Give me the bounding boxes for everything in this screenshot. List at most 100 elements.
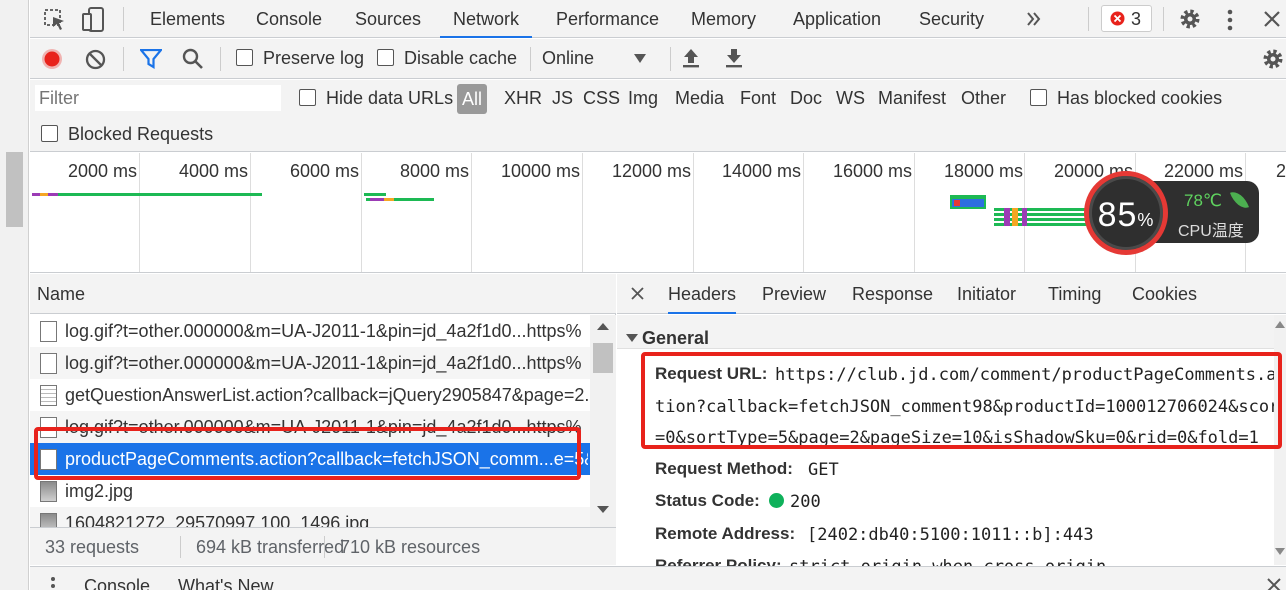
blocked-requests-label[interactable]: Blocked Requests bbox=[68, 124, 213, 145]
error-icon bbox=[1110, 11, 1125, 26]
tab-elements[interactable]: Elements bbox=[150, 0, 225, 38]
scroll-up-arrow-icon[interactable] bbox=[1274, 320, 1286, 329]
filter-type-css[interactable]: CSS bbox=[583, 88, 620, 109]
tab-performance[interactable]: Performance bbox=[556, 0, 659, 38]
clear-icon[interactable] bbox=[85, 49, 106, 70]
filter-type-img[interactable]: Img bbox=[628, 88, 658, 109]
tab-initiator[interactable]: Initiator bbox=[957, 284, 1016, 305]
filter-type-all[interactable]: All bbox=[457, 84, 487, 114]
request-name: log.gif?t=other.000000&m=UA-J2011-1&pin=… bbox=[65, 353, 582, 373]
scroll-down-arrow-icon[interactable] bbox=[1274, 547, 1286, 556]
inspect-element-icon[interactable] bbox=[44, 9, 66, 31]
waterfall-bar bbox=[364, 193, 386, 196]
filter-type-other[interactable]: Other bbox=[961, 88, 1006, 109]
kebab-menu-icon[interactable] bbox=[1226, 9, 1234, 31]
disable-cache-label[interactable]: Disable cache bbox=[404, 48, 517, 69]
tab-preview[interactable]: Preview bbox=[762, 284, 826, 305]
tab-cookies[interactable]: Cookies bbox=[1132, 284, 1197, 305]
drawer-tab-console[interactable]: Console bbox=[84, 576, 150, 590]
image-file-icon bbox=[40, 513, 57, 527]
waterfall-block bbox=[1012, 208, 1018, 226]
filter-type-font[interactable]: Font bbox=[740, 88, 776, 109]
remote-address-value: [2402:db40:5100:1011::b]:443 bbox=[807, 525, 1094, 545]
waterfall-block bbox=[954, 200, 960, 206]
general-section-title: General bbox=[642, 328, 710, 348]
tab-application[interactable]: Application bbox=[793, 0, 881, 38]
filter-type-media[interactable]: Media bbox=[675, 88, 724, 109]
timeline-tick: 6000 ms bbox=[290, 161, 360, 181]
request-row[interactable]: log.gif?t=other.000000&m=UA-J2011-1&pin=… bbox=[30, 347, 590, 379]
tab-headers[interactable]: Headers bbox=[668, 284, 737, 314]
timeline-tick: 4000 ms bbox=[179, 161, 249, 181]
record-icon[interactable] bbox=[41, 48, 63, 70]
cpu-usage-value: 85 bbox=[1097, 196, 1138, 234]
filter-input[interactable] bbox=[35, 85, 281, 111]
more-tabs-icon[interactable] bbox=[1026, 11, 1042, 27]
filter-type-manifest[interactable]: Manifest bbox=[878, 88, 946, 109]
network-settings-gear-icon[interactable] bbox=[1261, 47, 1285, 71]
drawer-tab-whats-new[interactable]: What's New bbox=[178, 576, 273, 590]
hide-data-urls-checkbox[interactable] bbox=[299, 89, 316, 106]
preserve-log-label[interactable]: Preserve log bbox=[263, 48, 364, 69]
tab-timing[interactable]: Timing bbox=[1048, 284, 1101, 305]
tab-security[interactable]: Security bbox=[919, 0, 984, 38]
scroll-up-arrow-icon[interactable] bbox=[597, 323, 609, 330]
image-file-icon bbox=[40, 481, 57, 502]
disable-cache-checkbox[interactable] bbox=[377, 49, 394, 66]
filter-type-doc[interactable]: Doc bbox=[790, 88, 822, 109]
request-row[interactable]: log.gif?t=other.000000&m=UA-J2011-1&pin=… bbox=[30, 315, 590, 347]
file-icon bbox=[40, 353, 57, 374]
request-name: log.gif?t=other.000000&m=UA-J2011-1&pin=… bbox=[65, 321, 582, 341]
has-blocked-cookies-checkbox[interactable] bbox=[1030, 89, 1047, 106]
request-row[interactable]: getQuestionAnswerList.action?callback=jQ… bbox=[30, 379, 590, 411]
filter-type-ws[interactable]: WS bbox=[836, 88, 865, 109]
export-har-icon[interactable] bbox=[725, 48, 743, 68]
general-section-header[interactable]: General bbox=[617, 315, 1277, 349]
waterfall-block bbox=[1022, 208, 1027, 226]
network-toolbar: Preserve log Disable cache Online bbox=[30, 39, 1286, 79]
tab-network[interactable]: Network bbox=[440, 0, 533, 38]
request-row[interactable]: 1604821272_29570997.100_1496.jpg bbox=[30, 507, 590, 527]
status-ok-dot-icon bbox=[769, 493, 784, 508]
cpu-usage-percent: 85% bbox=[1089, 196, 1163, 235]
tab-console[interactable]: Console bbox=[256, 0, 322, 38]
filter-bar: Hide data URLs All XHR JS CSS Img Media … bbox=[30, 80, 1286, 152]
name-column-header[interactable]: Name bbox=[37, 284, 85, 305]
filter-funnel-icon[interactable] bbox=[140, 49, 162, 69]
requests-column-header[interactable]: Name bbox=[30, 274, 616, 314]
timeline-tick: 18000 ms bbox=[944, 161, 1024, 181]
import-har-icon[interactable] bbox=[682, 48, 700, 68]
status-code-value: 200 bbox=[790, 492, 821, 512]
preserve-log-checkbox[interactable] bbox=[236, 49, 253, 66]
requests-scroll-thumb[interactable] bbox=[593, 343, 613, 373]
has-blocked-cookies-label[interactable]: Has blocked cookies bbox=[1057, 88, 1222, 109]
tab-sources[interactable]: Sources bbox=[355, 0, 421, 38]
timeline-tick: 12000 ms bbox=[612, 161, 692, 181]
expand-triangle-icon bbox=[626, 334, 638, 342]
page-scroll-thumb[interactable] bbox=[6, 152, 23, 227]
throttling-select[interactable]: Online bbox=[538, 43, 660, 75]
filter-type-js[interactable]: JS bbox=[552, 88, 573, 109]
requests-scrollbar[interactable] bbox=[590, 315, 616, 527]
tab-memory[interactable]: Memory bbox=[691, 0, 756, 38]
device-toolbar-icon[interactable] bbox=[82, 7, 106, 33]
requests-list[interactable]: log.gif?t=other.000000&m=UA-J2011-1&pin=… bbox=[30, 315, 590, 527]
search-icon[interactable] bbox=[182, 48, 204, 70]
waterfall-block bbox=[1004, 208, 1010, 226]
error-counter[interactable]: 3 bbox=[1101, 5, 1152, 32]
filter-type-xhr[interactable]: XHR bbox=[504, 88, 542, 109]
settings-gear-icon[interactable] bbox=[1178, 7, 1202, 31]
page-scroll-strip[interactable] bbox=[0, 0, 29, 590]
cpu-monitor-widget[interactable]: 85% 78℃ CPU温度 bbox=[1084, 171, 1259, 255]
detail-tabbar: Headers Preview Response Initiator Timin… bbox=[617, 274, 1286, 314]
close-devtools-icon[interactable] bbox=[1263, 10, 1281, 28]
tab-response[interactable]: Response bbox=[852, 284, 933, 305]
drawer-menu-icon[interactable] bbox=[50, 576, 56, 590]
cpu-temperature: 78℃ bbox=[1184, 191, 1223, 210]
hide-data-urls-label[interactable]: Hide data URLs bbox=[326, 88, 453, 109]
timeline-tick: 10000 ms bbox=[501, 161, 581, 181]
close-drawer-icon[interactable] bbox=[1267, 578, 1281, 590]
blocked-requests-checkbox[interactable] bbox=[41, 125, 58, 142]
scroll-down-arrow-icon[interactable] bbox=[597, 506, 609, 513]
close-detail-icon[interactable] bbox=[631, 287, 644, 300]
